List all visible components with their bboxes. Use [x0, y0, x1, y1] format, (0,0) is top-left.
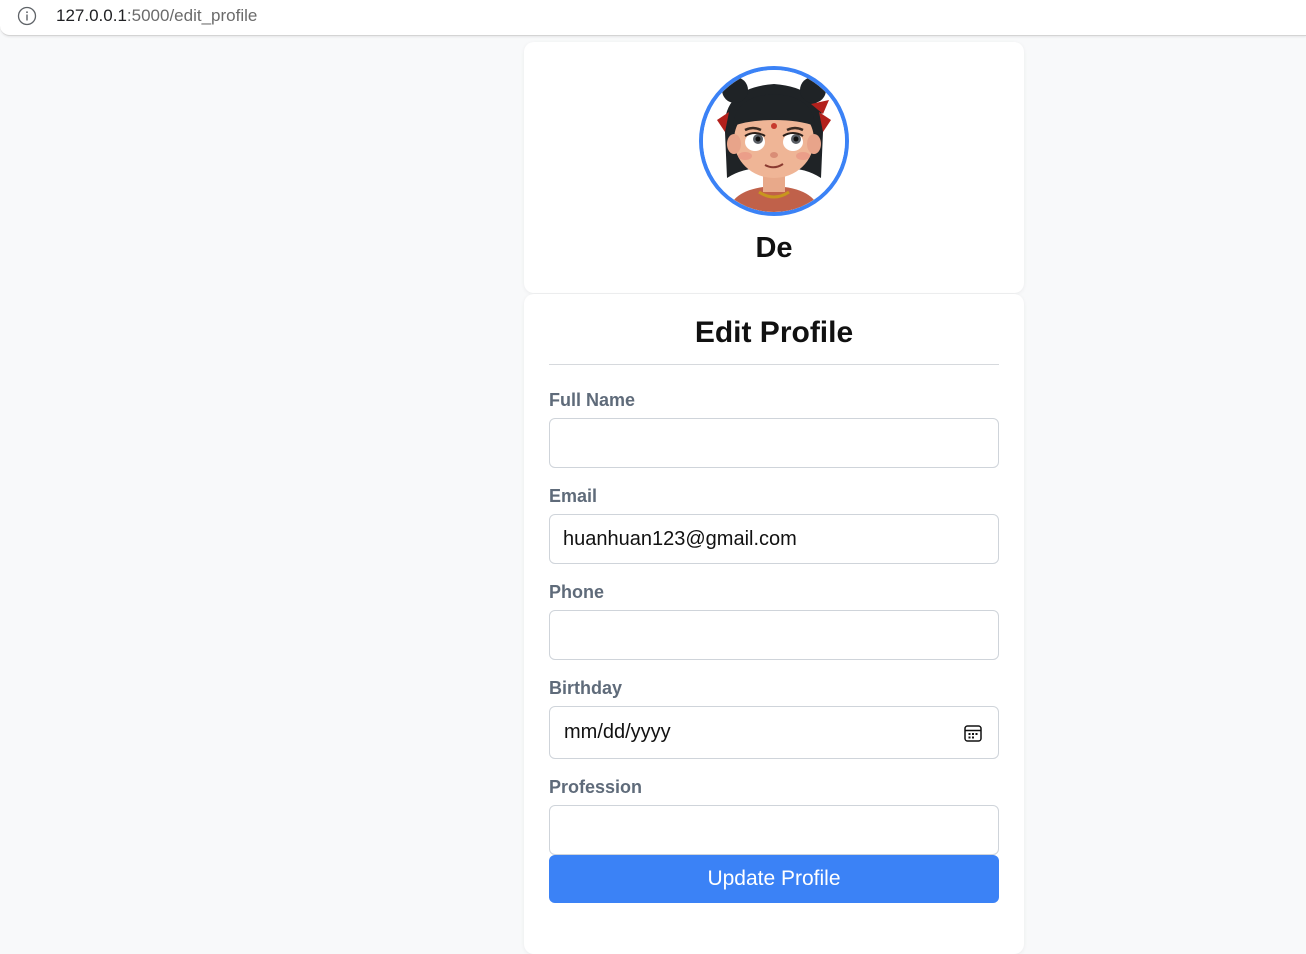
profession-label: Profession: [549, 777, 643, 797]
phone-input[interactable]: [549, 610, 999, 660]
profile-username: De: [755, 232, 793, 264]
phone-label: Phone: [549, 582, 605, 602]
profile-header-card: De: [524, 42, 1024, 293]
browser-url-bar[interactable]: 127.0.0.1:5000/edit_profile: [0, 0, 1306, 36]
form-title: Edit Profile: [694, 316, 854, 349]
info-icon[interactable]: [17, 6, 37, 26]
url-text[interactable]: 127.0.0.1:5000/edit_profile: [56, 6, 257, 26]
edit-profile-card: Edit Profile Full Name Email huanhuan123…: [524, 294, 1024, 954]
email-input[interactable]: huanhuan123@gmail.com: [549, 514, 999, 564]
birthday-label: Birthday: [549, 678, 623, 698]
url-path: :5000/edit_profile: [126, 6, 258, 25]
profession-input[interactable]: [549, 805, 999, 855]
update-profile-button[interactable]: Update Profile: [549, 855, 999, 903]
title-divider: [549, 364, 999, 365]
email-label: Email: [549, 486, 598, 506]
birthday-placeholder: mm/dd/yyyy: [564, 721, 671, 743]
birthday-input[interactable]: mm/dd/yyyy: [549, 706, 999, 759]
url-host: 127.0.0.1: [56, 6, 127, 25]
calendar-icon[interactable]: [963, 723, 983, 743]
cartoon-girl-avatar-icon: [703, 70, 845, 212]
avatar: [699, 66, 849, 216]
full-name-input[interactable]: [549, 418, 999, 468]
full-name-label: Full Name: [549, 390, 636, 410]
